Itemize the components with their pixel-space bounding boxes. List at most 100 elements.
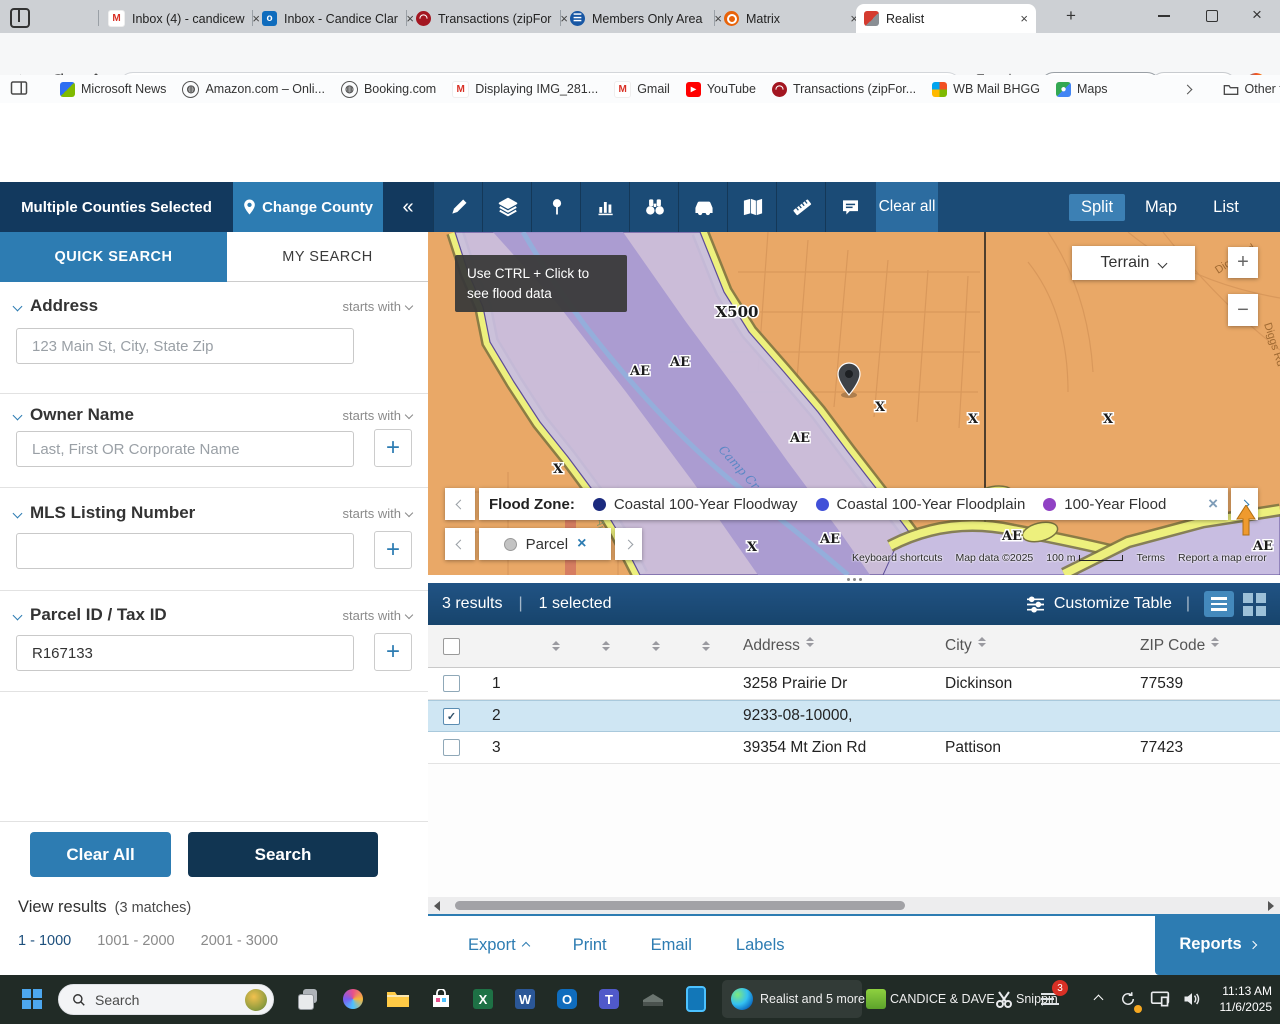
- export-button[interactable]: Export: [468, 936, 529, 955]
- bookmark[interactable]: MDisplaying IMG_281...: [452, 81, 598, 98]
- owner-name-input[interactable]: [16, 431, 354, 467]
- table-row[interactable]: 3 39354 Mt Zion Rd Pattison 77423: [428, 732, 1280, 764]
- cast-display-icon[interactable]: [1148, 987, 1172, 1011]
- grid-view-button[interactable]: [1243, 593, 1266, 616]
- view-toggle-map[interactable]: Map: [1135, 182, 1187, 232]
- volume-icon[interactable]: [1180, 987, 1204, 1011]
- mls-number-input[interactable]: [16, 533, 354, 569]
- scroll-right-arrow[interactable]: [1268, 901, 1274, 911]
- operator-dropdown[interactable]: starts with: [342, 506, 412, 521]
- collapse-panel-button[interactable]: «: [383, 182, 433, 232]
- row-checkbox[interactable]: [443, 739, 460, 756]
- customize-table-link[interactable]: Customize Table: [1054, 595, 1172, 613]
- browser-tab[interactable]: M Inbox (4) - candicew ×: [100, 4, 268, 33]
- operator-dropdown[interactable]: starts with: [342, 299, 412, 314]
- tab-my-search[interactable]: MY SEARCH: [227, 232, 428, 282]
- bookmark[interactable]: ▸YouTube: [686, 82, 756, 97]
- draw-tool-button[interactable]: [433, 182, 483, 232]
- add-owner-criteria-button[interactable]: +: [374, 429, 412, 467]
- phone-link-icon[interactable]: [684, 987, 708, 1011]
- edge-icon[interactable]: [730, 987, 754, 1011]
- map-clear-all-button[interactable]: Clear all: [876, 182, 938, 232]
- start-button[interactable]: [20, 987, 44, 1011]
- operator-dropdown[interactable]: starts with: [342, 608, 412, 623]
- sortable-column[interactable]: [528, 641, 578, 651]
- reports-button[interactable]: Reports: [1155, 914, 1280, 975]
- browser-tab-active[interactable]: Realist ×: [856, 4, 1036, 33]
- search-highlight-image[interactable]: [245, 989, 267, 1011]
- excel-icon[interactable]: X: [471, 987, 495, 1011]
- split-drag-handle[interactable]: [428, 575, 1280, 583]
- list-view-button[interactable]: [1204, 591, 1234, 617]
- ms-store-icon[interactable]: [429, 987, 453, 1011]
- sortable-column[interactable]: [678, 641, 728, 651]
- outlook-icon[interactable]: O: [555, 987, 579, 1011]
- collapse-chevron-icon[interactable]: [13, 410, 23, 420]
- browser-tab[interactable]: ◠ Transactions (zipFor ×: [408, 4, 576, 33]
- horizontal-scrollbar[interactable]: [428, 897, 1280, 914]
- clear-all-button[interactable]: Clear All: [30, 832, 171, 877]
- select-all-checkbox[interactable]: [443, 638, 460, 655]
- scanner-icon[interactable]: [641, 987, 665, 1011]
- bookmark[interactable]: ◍Booking.com: [341, 81, 436, 98]
- page-range-link[interactable]: 1 - 1000: [18, 933, 71, 949]
- measure-ruler-button[interactable]: [776, 182, 826, 232]
- snipping-tool-icon[interactable]: [992, 987, 1016, 1011]
- operator-dropdown[interactable]: starts with: [342, 408, 412, 423]
- sidebar-toggle-icon[interactable]: [10, 80, 28, 99]
- bookmark[interactable]: ◠Transactions (zipFor...: [772, 82, 916, 97]
- notifications-icon[interactable]: 3: [1038, 987, 1062, 1011]
- address-input[interactable]: [16, 328, 354, 364]
- parcel-layer-chip[interactable]: Parcel ×: [479, 528, 611, 560]
- sortable-column[interactable]: [578, 641, 628, 651]
- legend-prev-button[interactable]: [445, 488, 475, 520]
- terms-link[interactable]: Terms: [1136, 552, 1165, 564]
- collapse-chevron-icon[interactable]: [13, 508, 23, 518]
- new-tab-button[interactable]: +: [1066, 6, 1076, 26]
- tray-expand-icon[interactable]: [1086, 987, 1110, 1011]
- browser-tab[interactable]: ☰ Members Only Area ×: [562, 4, 730, 33]
- window-close-button[interactable]: ×: [1252, 5, 1262, 25]
- page-range-link[interactable]: 1001 - 2000: [97, 933, 174, 949]
- copilot-icon[interactable]: [341, 987, 365, 1011]
- bookmarks-overflow-icon[interactable]: [1184, 82, 1191, 96]
- sticky-note-label[interactable]: CANDICE & DAVE: [890, 992, 995, 1006]
- sortable-column[interactable]: [628, 641, 678, 651]
- parcel-id-input[interactable]: [16, 635, 354, 671]
- zoom-out-button[interactable]: −: [1228, 294, 1258, 326]
- sticky-note-icon[interactable]: [864, 987, 888, 1011]
- customize-table-icon[interactable]: [1026, 596, 1045, 613]
- table-row-selected[interactable]: ✓ 2 9233-08-10000,: [428, 700, 1280, 732]
- column-header-city[interactable]: City: [928, 637, 1128, 655]
- view-toggle-split[interactable]: Split: [1068, 182, 1126, 232]
- teams-icon[interactable]: T: [597, 987, 621, 1011]
- tab-actions-icon[interactable]: [10, 8, 30, 28]
- page-range-link[interactable]: 2001 - 3000: [201, 933, 278, 949]
- collapse-chevron-icon[interactable]: [13, 301, 23, 311]
- bookmark[interactable]: WB Mail BHGG: [932, 82, 1040, 97]
- layer-next-button[interactable]: [615, 528, 642, 560]
- comments-button[interactable]: [825, 182, 875, 232]
- row-checkbox-checked[interactable]: ✓: [443, 708, 460, 725]
- taskbar-search[interactable]: Search: [58, 984, 274, 1015]
- word-icon[interactable]: W: [513, 987, 537, 1011]
- bookmark[interactable]: ●Maps: [1056, 82, 1108, 97]
- view-toggle-list[interactable]: List: [1200, 182, 1252, 232]
- bookmark[interactable]: ◍Amazon.com – Onli...: [182, 81, 325, 98]
- change-county-button[interactable]: Change County: [233, 182, 383, 232]
- scroll-left-arrow[interactable]: [434, 901, 440, 911]
- basemap-selector[interactable]: Terrain: [1072, 246, 1195, 280]
- edge-window-label[interactable]: Realist and 5 more: [760, 992, 865, 1006]
- layers-button[interactable]: [482, 182, 532, 232]
- scrollbar-thumb[interactable]: [455, 901, 905, 910]
- report-map-error-link[interactable]: Report a map error: [1178, 552, 1267, 564]
- drive-time-car-button[interactable]: [678, 182, 728, 232]
- remove-layer-icon[interactable]: ×: [577, 535, 586, 553]
- bookmark[interactable]: Microsoft News: [60, 82, 166, 97]
- tab-quick-search[interactable]: QUICK SEARCH: [0, 232, 227, 282]
- print-button[interactable]: Print: [573, 936, 607, 955]
- add-parcel-criteria-button[interactable]: +: [374, 633, 412, 671]
- table-row[interactable]: 1 3258 Prairie Dr Dickinson 77539: [428, 668, 1280, 700]
- search-button[interactable]: Search: [188, 832, 378, 877]
- update-tray-icon[interactable]: [1116, 987, 1140, 1011]
